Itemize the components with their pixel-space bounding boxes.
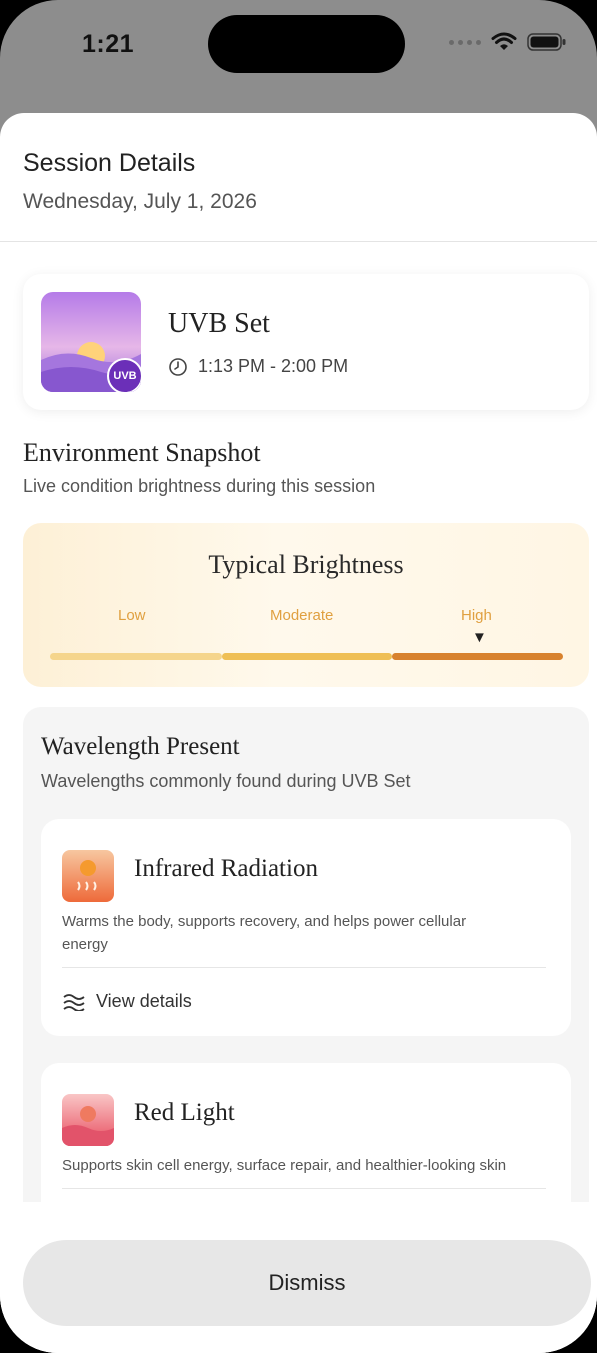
wavelength-subtitle: Wavelengths commonly found during UVB Se… [41, 771, 411, 791]
wavelength-item-red-light: Red Light Supports skin cell energy, sur… [41, 1063, 571, 1202]
sheet-footer: Dismiss [0, 1202, 597, 1353]
brightness-title: Typical Brightness [208, 550, 404, 579]
waves-icon [63, 993, 85, 1011]
details-scroll-area[interactable]: UVB UVB Set 1:13 PM - 2:00 PM Environmen… [0, 242, 597, 1202]
clock-icon [169, 357, 187, 376]
session-card: UVB UVB Set 1:13 PM - 2:00 PM [23, 274, 589, 410]
battery-icon [527, 33, 566, 51]
status-time: 1:21 [82, 30, 135, 58]
divider [62, 1188, 546, 1189]
wavelength-item-description: Supports skin cell energy, surface repai… [62, 1157, 507, 1174]
page-title: Session Details [23, 149, 196, 177]
bar-segment-low [50, 653, 222, 660]
wavelength-item-description: Warms the body, supports recovery, and h… [62, 913, 467, 953]
session-details-sheet: Session Details Wednesday, July 1, 2026 [0, 113, 597, 1353]
session-time-range: 1:13 PM - 2:00 PM [198, 356, 349, 376]
session-thumbnail: UVB [41, 292, 141, 392]
view-details-button[interactable]: View details [62, 991, 192, 1012]
wavelength-card: Wavelength Present Wavelengths commonly … [23, 707, 589, 1202]
status-icons [449, 32, 567, 52]
red-light-icon [62, 1094, 114, 1146]
infrared-icon [62, 850, 114, 902]
environment-subtitle: Live condition brightness during this se… [23, 476, 376, 496]
selected-level-marker-icon: ▼ [472, 629, 487, 646]
level-high-label: High [461, 607, 492, 624]
brightness-card: Typical Brightness Low Moderate High ▼ [23, 523, 589, 687]
signal-icon [449, 39, 481, 45]
dismiss-button[interactable]: Dismiss [23, 1240, 591, 1326]
wifi-icon [491, 32, 517, 50]
uvb-badge: UVB [107, 358, 141, 392]
bar-segment-moderate [222, 653, 392, 660]
wavelength-item-name: Red Light [134, 1099, 235, 1126]
wavelength-item-infrared: Infrared Radiation Warms the body, suppo… [41, 819, 571, 1036]
level-low-label: Low [118, 607, 146, 624]
status-bar: 1:21 [0, 0, 597, 100]
wavelength-title: Wavelength Present [41, 733, 240, 760]
view-details-label: View details [96, 991, 192, 1011]
sheet-header: Session Details Wednesday, July 1, 2026 [0, 113, 597, 242]
session-date: Wednesday, July 1, 2026 [23, 190, 257, 213]
divider [62, 967, 546, 968]
dynamic-island [208, 15, 405, 73]
phone-screen: 1:21 Session Details Wednesday, July 1, … [0, 0, 597, 1353]
environment-title: Environment Snapshot [23, 438, 261, 467]
wavelength-item-name: Infrared Radiation [134, 855, 318, 882]
bar-segment-high [392, 653, 563, 660]
level-moderate-label: Moderate [270, 607, 334, 624]
session-name: UVB Set [168, 308, 270, 339]
session-time-row: 1:13 PM - 2:00 PM [168, 356, 348, 377]
